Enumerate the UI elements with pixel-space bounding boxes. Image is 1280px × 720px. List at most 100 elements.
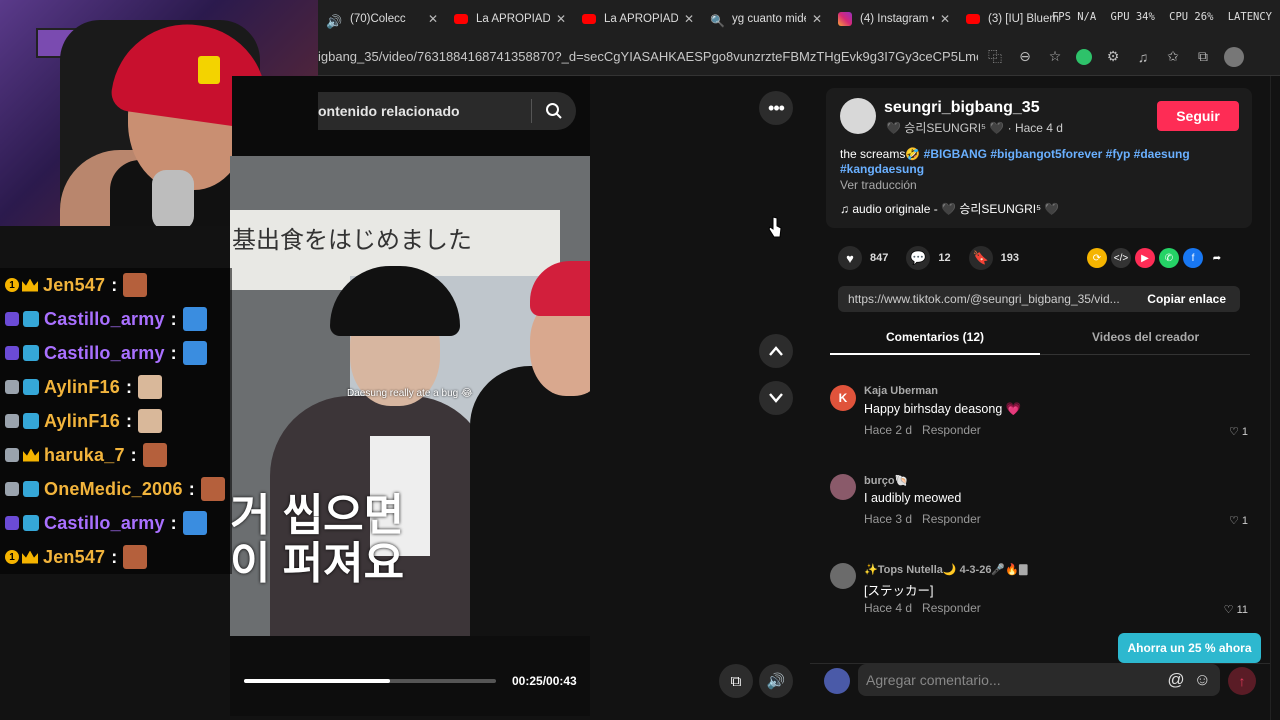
comment-like-button[interactable]: ♡ 11 [1224, 603, 1248, 616]
chat-message: OneMedic_2006: [0, 472, 232, 506]
speaker-icon: 🔊 [326, 14, 343, 29]
browser-tab[interactable]: (4) Instagram • ✕ [830, 4, 958, 34]
see-translation-link[interactable]: Ver traducción [840, 178, 917, 192]
chat-username[interactable]: Jen547 [43, 547, 105, 568]
chat-username[interactable]: haruka_7 [44, 445, 125, 466]
send-icon[interactable]: ▶ [1135, 248, 1155, 268]
search-icon[interactable] [532, 102, 576, 120]
chat-username[interactable]: OneMedic_2006 [44, 479, 183, 500]
chat-emote [123, 273, 148, 297]
facebook-icon[interactable]: f [1183, 248, 1203, 268]
close-icon[interactable]: ✕ [422, 12, 438, 26]
browser-tab[interactable]: La APROPIADA ✕ [574, 4, 702, 34]
comment-button[interactable]: 💬 12 [906, 246, 951, 270]
search-input[interactable]: ontenido relacionado [318, 103, 531, 119]
stream-chat: 1 Jen547: Castillo_army: Castillo_army: Ayli… [0, 268, 232, 574]
translate-icon[interactable]: ⿻ [986, 48, 1004, 66]
reply-button[interactable]: Responder [922, 512, 981, 526]
embed-icon[interactable]: </> [1111, 248, 1131, 268]
chat-username[interactable]: Jen547 [43, 275, 105, 296]
comment-text: [ステッカー] [864, 584, 934, 598]
chat-message: Castillo_army: [0, 302, 232, 336]
tab-creator-videos[interactable]: Videos del creador [1092, 330, 1199, 344]
media-icon[interactable]: ♫ [1134, 48, 1152, 66]
zoom-icon[interactable]: ⊖ [1016, 48, 1034, 66]
comment-like-button[interactable]: ♡ 1 [1229, 425, 1248, 438]
chat-username[interactable]: Castillo_army [44, 309, 165, 330]
browser-tab[interactable]: La APROPIADA ✕ [446, 4, 574, 34]
gift-badge-icon [23, 345, 39, 361]
youtube-icon [966, 14, 980, 24]
chat-message: haruka_7: [0, 438, 232, 472]
commenter-name[interactable]: ✨Tops Nutella🌙 4-3-26🎤🔥🀫 [864, 563, 1028, 577]
chat-username[interactable]: AylinF16 [44, 377, 120, 398]
commenter-avatar[interactable] [830, 563, 856, 589]
profile-avatar[interactable] [1224, 46, 1244, 67]
heart-outline-icon: ♡ [1223, 604, 1237, 616]
previous-video-button[interactable] [759, 334, 793, 368]
hashtags[interactable]: #BIGBANG #bigbangot5forever #fyp #daesun… [924, 147, 1190, 161]
commenter-avatar[interactable] [830, 474, 856, 500]
chat-separator: : [170, 342, 177, 363]
promo-banner[interactable]: Ahorra un 25 % ahora [1118, 633, 1261, 663]
commenter-name[interactable]: Kaja Uberman [864, 385, 938, 397]
puzzle-icon[interactable]: ⚙ [1104, 48, 1122, 66]
creator-subline: 🖤 승리SEUNGRI⁵ 🖤 · Hace 4 d [886, 121, 1063, 135]
scrollbar[interactable] [1270, 76, 1280, 720]
hashtags[interactable]: #kangdaesung [840, 162, 924, 176]
url-field[interactable]: igbang_35/video/7631884168741358870?_d=s… [318, 49, 978, 64]
close-icon[interactable]: ✕ [934, 12, 950, 26]
mention-icon[interactable]: @ [1167, 670, 1184, 690]
gift-badge-icon [23, 413, 39, 429]
browser-tab[interactable]: 🔍 yg cuanto mide ✕ [702, 4, 830, 34]
star-icon[interactable]: ☆ [1046, 48, 1064, 66]
commenter-avatar[interactable]: K [830, 385, 856, 411]
video-link[interactable]: https://www.tiktok.com/@seungri_bigbang_… [838, 292, 1137, 306]
chat-username[interactable]: Castillo_army [44, 343, 165, 364]
extension-icon[interactable] [1076, 48, 1092, 65]
commenter-name[interactable]: burço🐚 [864, 474, 908, 487]
close-icon[interactable]: ✕ [806, 12, 822, 26]
creator-username[interactable]: seungri_bigbang_35 [884, 99, 1040, 117]
tab-comments[interactable]: Comentarios (12) [886, 330, 984, 344]
cap-logo [198, 56, 220, 84]
comment-meta: Hace 4 d Responder [864, 601, 991, 615]
send-comment-button[interactable]: ↑ [1228, 667, 1256, 695]
chat-username[interactable]: AylinF16 [44, 411, 120, 432]
sub-badge-icon [5, 312, 19, 326]
whatsapp-icon[interactable]: ✆ [1159, 248, 1179, 268]
follow-button[interactable]: Seguir [1157, 101, 1239, 131]
volume-button[interactable]: 🔊 [759, 664, 793, 698]
chat-separator: : [125, 410, 132, 431]
reply-button[interactable]: Responder [922, 423, 981, 437]
chat-username[interactable]: Castillo_army [44, 513, 165, 534]
comment-like-button[interactable]: ♡ 1 [1229, 514, 1248, 527]
more-options-button[interactable]: ••• [759, 91, 793, 125]
speaker-icon: 🔊 [766, 673, 786, 690]
like-button[interactable]: ♥ 847 [838, 246, 888, 270]
close-icon[interactable]: ✕ [550, 12, 566, 26]
emoji-icon[interactable]: ☺ [1194, 670, 1211, 690]
comment-count: 12 [938, 252, 951, 264]
video-player[interactable]: 基出食をはじめました Daesung really ate a bug 😂 거 … [230, 156, 590, 636]
chat-message: Castillo_army: [0, 336, 232, 370]
favorites-icon[interactable]: ✩ [1164, 48, 1182, 66]
next-video-button[interactable] [759, 381, 793, 415]
comment-input[interactable]: Agregar comentario... @ ☺ [858, 664, 1220, 696]
browser-tab[interactable]: 🔊 (70)Colecc ✕ [318, 4, 446, 34]
repost-icon[interactable]: ⟳ [1087, 248, 1107, 268]
sub-badge-icon [5, 346, 19, 360]
miniplayer-button[interactable]: ⧉ [719, 664, 753, 698]
copy-link-button[interactable]: Copiar enlace [1137, 292, 1240, 306]
reply-button[interactable]: Responder [922, 601, 981, 615]
share-icon[interactable]: ➦ [1207, 248, 1227, 268]
chat-separator: : [130, 444, 137, 465]
close-icon[interactable]: ✕ [678, 12, 694, 26]
save-button[interactable]: 🔖 193 [968, 246, 1019, 270]
collections-icon[interactable]: ⧉ [1194, 48, 1212, 66]
creator-avatar[interactable] [840, 98, 876, 134]
search-bar[interactable]: ontenido relacionado [318, 92, 576, 130]
music-link[interactable]: ♫ audio originale - 🖤 승리SEUNGRI⁵ 🖤 [840, 200, 1059, 217]
progress-bar[interactable] [244, 679, 496, 683]
comment-time: Hace 2 d [864, 423, 913, 437]
